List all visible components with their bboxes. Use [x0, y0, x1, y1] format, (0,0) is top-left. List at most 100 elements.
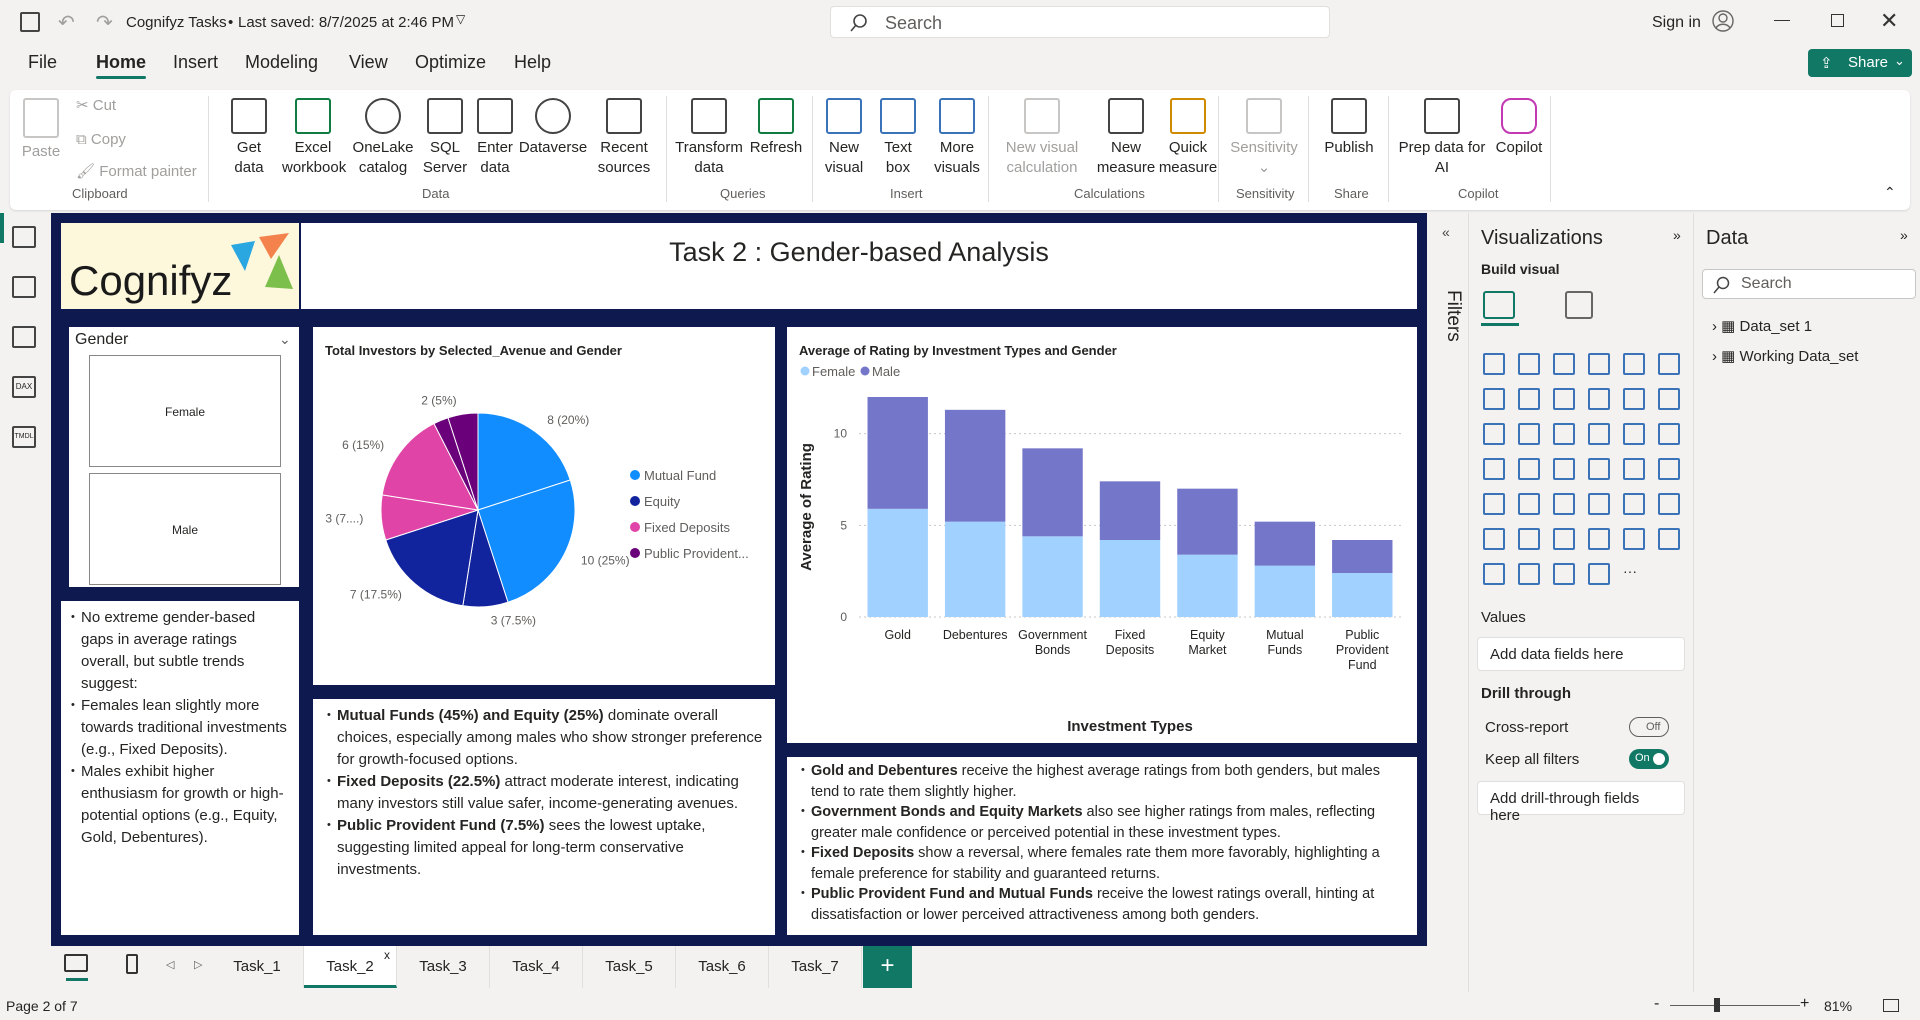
visual-type-icon[interactable]: [1588, 563, 1610, 585]
visual-type-icon[interactable]: [1623, 388, 1645, 410]
close-tab-icon[interactable]: x: [384, 948, 390, 962]
transform-data-button[interactable]: Transform data: [674, 98, 744, 178]
add-data-fields-well[interactable]: Add data fields here: [1477, 637, 1685, 671]
build-visual-tab-icon[interactable]: [1483, 291, 1515, 319]
table-item-data-set-1[interactable]: › ▦ Data_set 1: [1712, 317, 1812, 335]
visual-type-icon[interactable]: [1553, 458, 1575, 480]
page-tab[interactable]: Task_1: [211, 946, 304, 988]
legend-entry[interactable]: Male: [872, 364, 900, 379]
zoom-slider-track[interactable]: [1670, 1005, 1800, 1006]
visual-type-icon[interactable]: [1623, 493, 1645, 515]
visual-type-icon[interactable]: [1553, 493, 1575, 515]
gender-slicer[interactable]: Gender ⌄ Female Male: [69, 327, 299, 587]
user-avatar-icon[interactable]: [1712, 10, 1734, 32]
visual-type-icon[interactable]: [1483, 423, 1505, 445]
filters-pane-label[interactable]: Filters: [1412, 290, 1464, 342]
visual-type-icon[interactable]: [1588, 353, 1610, 375]
undo-icon[interactable]: ↶: [58, 10, 75, 35]
chevron-down-icon[interactable]: ▽: [456, 12, 465, 26]
expand-pane-icon[interactable]: »: [1673, 227, 1681, 243]
expand-pane-icon[interactable]: »: [1900, 227, 1908, 243]
sign-in-link[interactable]: Sign in: [1652, 14, 1701, 32]
close-icon[interactable]: ✕: [1880, 8, 1898, 34]
visual-type-icon[interactable]: [1588, 493, 1610, 515]
format-visual-tab-icon[interactable]: [1565, 291, 1593, 319]
zoom-slider-handle[interactable]: [1714, 998, 1720, 1012]
table-view-icon[interactable]: [12, 276, 36, 298]
menu-help[interactable]: Help: [514, 52, 551, 73]
slicer-option-female[interactable]: Female: [89, 355, 281, 467]
menu-optimize[interactable]: Optimize: [415, 52, 486, 73]
text-box-button[interactable]: Text box: [876, 98, 920, 178]
format-painter-button[interactable]: 🖌 Format painter: [76, 162, 197, 182]
visual-type-icon[interactable]: [1623, 423, 1645, 445]
get-data-button[interactable]: Get data: [222, 98, 276, 178]
chevron-down-icon[interactable]: ⌄: [279, 331, 291, 348]
visual-type-icon[interactable]: [1483, 528, 1505, 550]
bar-chart-card[interactable]: Average of Rating by Investment Types an…: [787, 327, 1417, 743]
recent-sources-button[interactable]: Recent sources: [588, 98, 660, 178]
quick-measure-button[interactable]: Quick measure: [1156, 98, 1220, 178]
visual-type-icon[interactable]: [1588, 528, 1610, 550]
visual-type-icon[interactable]: [1658, 458, 1680, 480]
visual-type-icon[interactable]: [1483, 563, 1505, 585]
visual-type-icon[interactable]: [1483, 388, 1505, 410]
visual-type-icon[interactable]: [1658, 353, 1680, 375]
legend-entry[interactable]: Female: [812, 364, 855, 379]
tmdl-view-icon[interactable]: TMDL: [12, 426, 36, 448]
next-page-icon[interactable]: ▷: [194, 958, 202, 971]
bar-segment[interactable]: [867, 508, 928, 617]
visual-type-icon[interactable]: [1588, 458, 1610, 480]
bar-segment[interactable]: [1177, 554, 1238, 617]
bar-segment[interactable]: [1177, 488, 1238, 555]
share-button[interactable]: ⇪ Share ⌄: [1808, 49, 1912, 77]
publish-button[interactable]: Publish: [1320, 98, 1378, 158]
zoom-in-icon[interactable]: +: [1800, 995, 1809, 1013]
pie-chart-card[interactable]: Total Investors by Selected_Avenue and G…: [313, 327, 775, 685]
page-tab[interactable]: Task_6: [676, 946, 769, 988]
save-icon[interactable]: [20, 12, 40, 32]
bar-segment[interactable]: [1254, 521, 1316, 566]
new-visual-calculation-button[interactable]: New visual calculation: [998, 98, 1086, 178]
bar-segment[interactable]: [1254, 565, 1316, 617]
new-measure-button[interactable]: New measure: [1096, 98, 1156, 178]
visual-type-icon[interactable]: [1518, 528, 1540, 550]
visual-type-icon[interactable]: [1623, 458, 1645, 480]
visual-type-icon[interactable]: [1518, 493, 1540, 515]
visual-type-icon[interactable]: [1518, 353, 1540, 375]
page-tab[interactable]: Task_4: [490, 946, 583, 988]
table-item-working-data-set[interactable]: › ▦ Working Data_set: [1712, 347, 1858, 365]
cross-report-toggle[interactable]: Off: [1629, 717, 1669, 737]
bar-segment[interactable]: [944, 409, 1006, 522]
visual-type-icon[interactable]: [1588, 388, 1610, 410]
add-page-button[interactable]: +: [863, 946, 912, 988]
excel-workbook-button[interactable]: Excel workbook: [282, 98, 346, 178]
search-box[interactable]: Search: [830, 6, 1330, 38]
legend-entry[interactable]: Equity: [644, 494, 681, 509]
model-view-icon[interactable]: [12, 326, 36, 348]
visual-type-icon[interactable]: [1658, 423, 1680, 445]
refresh-button[interactable]: Refresh: [746, 98, 806, 158]
more-visuals-icon[interactable]: ···: [1623, 563, 1637, 579]
bar-segment[interactable]: [1099, 540, 1161, 617]
mobile-layout-icon[interactable]: [126, 954, 138, 974]
menu-insert[interactable]: Insert: [173, 52, 218, 73]
minimize-icon[interactable]: [1774, 20, 1790, 21]
visual-type-icon[interactable]: [1658, 528, 1680, 550]
visual-type-icon[interactable]: [1553, 423, 1575, 445]
more-visuals-button[interactable]: More visuals: [928, 98, 986, 178]
copy-button[interactable]: ⧉ Copy: [76, 130, 126, 150]
visual-type-icon[interactable]: [1553, 353, 1575, 375]
menu-view[interactable]: View: [349, 52, 388, 73]
legend-entry[interactable]: Mutual Fund: [644, 468, 716, 483]
sql-server-button[interactable]: SQL Server: [422, 98, 468, 178]
prev-page-icon[interactable]: ◁: [166, 958, 174, 971]
collapse-ribbon-icon[interactable]: ⌃: [1884, 184, 1896, 201]
slicer-option-male[interactable]: Male: [89, 473, 281, 585]
page-tab[interactable]: Task_7: [769, 946, 862, 988]
data-search-input[interactable]: Search: [1702, 269, 1916, 299]
prep-data-ai-button[interactable]: Prep data for AI: [1396, 98, 1488, 178]
maximize-icon[interactable]: [1831, 14, 1844, 27]
report-view-icon[interactable]: [12, 226, 36, 248]
page-tab[interactable]: Task_3: [397, 946, 490, 988]
